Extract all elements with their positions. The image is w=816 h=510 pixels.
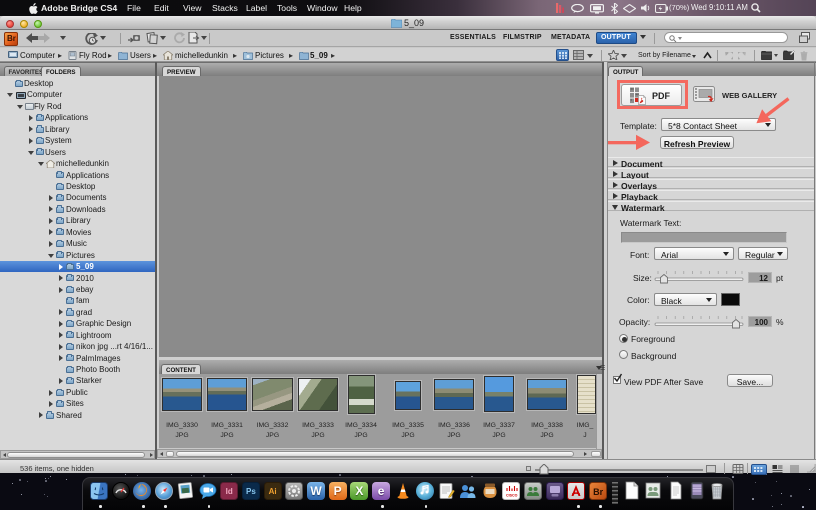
svg-text:CISCO: CISCO: [506, 494, 518, 498]
